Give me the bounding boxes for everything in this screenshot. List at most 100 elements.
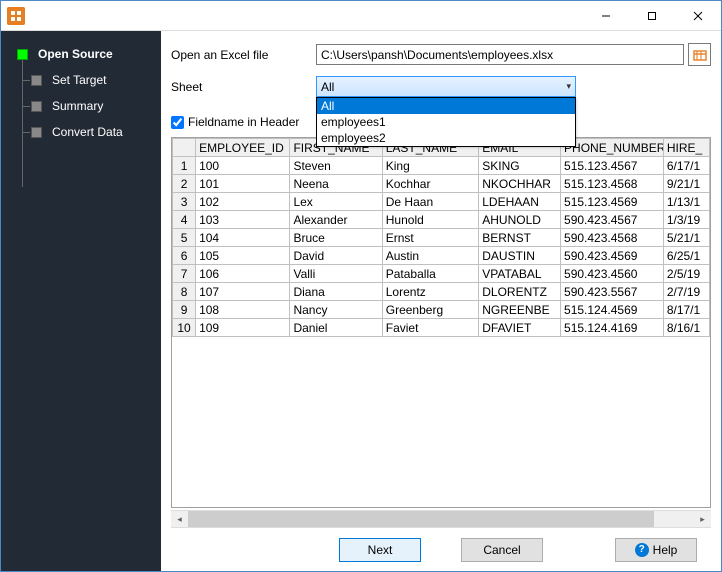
sheet-option-all[interactable]: All xyxy=(317,98,575,114)
cell[interactable]: 1/13/1 xyxy=(663,193,709,211)
cell[interactable]: Steven xyxy=(290,157,382,175)
sidebar-item-set-target[interactable]: Set Target xyxy=(1,67,161,93)
cell[interactable]: 590.423.5567 xyxy=(561,283,664,301)
cell[interactable]: Neena xyxy=(290,175,382,193)
scroll-left-button[interactable]: ◂ xyxy=(171,511,188,528)
cell[interactable]: 104 xyxy=(196,229,290,247)
cell[interactable]: 590.423.4567 xyxy=(561,211,664,229)
cell[interactable]: Valli xyxy=(290,265,382,283)
cell[interactable]: VPATABAL xyxy=(479,265,561,283)
cell[interactable]: 6/17/1 xyxy=(663,157,709,175)
table-row[interactable]: 4103AlexanderHunoldAHUNOLD590.423.45671/… xyxy=(173,211,710,229)
cell[interactable]: 102 xyxy=(196,193,290,211)
cell[interactable]: 109 xyxy=(196,319,290,337)
sheet-select[interactable]: All ▾ xyxy=(316,76,576,97)
cell[interactable]: Greenberg xyxy=(382,301,478,319)
cell[interactable]: 590.423.4569 xyxy=(561,247,664,265)
cell[interactable]: 2/5/19 xyxy=(663,265,709,283)
table-row[interactable]: 6105DavidAustinDAUSTIN590.423.45696/25/1 xyxy=(173,247,710,265)
browse-button[interactable] xyxy=(688,43,711,66)
cell[interactable]: DFAVIET xyxy=(479,319,561,337)
cell[interactable]: 6/25/1 xyxy=(663,247,709,265)
cell[interactable]: 515.123.4568 xyxy=(561,175,664,193)
table-row[interactable]: 9108NancyGreenbergNGREENBE515.124.45698/… xyxy=(173,301,710,319)
cell[interactable]: 590.423.4560 xyxy=(561,265,664,283)
cell[interactable]: LDEHAAN xyxy=(479,193,561,211)
cell[interactable]: 107 xyxy=(196,283,290,301)
cell[interactable]: Hunold xyxy=(382,211,478,229)
sidebar-item-convert-data[interactable]: Convert Data xyxy=(1,119,161,145)
cell[interactable]: 515.123.4567 xyxy=(561,157,664,175)
cell[interactable]: NKOCHHAR xyxy=(479,175,561,193)
cell[interactable]: 101 xyxy=(196,175,290,193)
cell[interactable]: 1/3/19 xyxy=(663,211,709,229)
cell[interactable]: Austin xyxy=(382,247,478,265)
cell[interactable]: 5/21/1 xyxy=(663,229,709,247)
cell[interactable]: BERNST xyxy=(479,229,561,247)
cell[interactable]: Kochhar xyxy=(382,175,478,193)
cell[interactable]: Lorentz xyxy=(382,283,478,301)
cell[interactable]: NGREENBE xyxy=(479,301,561,319)
next-button[interactable]: Next xyxy=(339,538,421,562)
table-row[interactable]: 5104BruceErnstBERNST590.423.45685/21/1 xyxy=(173,229,710,247)
cell[interactable]: 515.124.4569 xyxy=(561,301,664,319)
close-button[interactable] xyxy=(675,1,721,31)
cell[interactable]: Faviet xyxy=(382,319,478,337)
sheet-option-employees2[interactable]: employees2 xyxy=(317,130,575,146)
table-row[interactable]: 8107DianaLorentzDLORENTZ590.423.55672/7/… xyxy=(173,283,710,301)
row-number: 10 xyxy=(173,319,196,337)
cell[interactable]: Alexander xyxy=(290,211,382,229)
table-row[interactable]: 3102LexDe HaanLDEHAAN515.123.45691/13/1 xyxy=(173,193,710,211)
cell[interactable]: DAUSTIN xyxy=(479,247,561,265)
scroll-track[interactable] xyxy=(188,511,694,528)
fieldname-checkbox[interactable] xyxy=(171,116,184,129)
cancel-button[interactable]: Cancel xyxy=(461,538,543,562)
cell[interactable]: 9/21/1 xyxy=(663,175,709,193)
sheet-selected-value: All xyxy=(321,80,334,94)
cell[interactable]: Diana xyxy=(290,283,382,301)
cell[interactable]: AHUNOLD xyxy=(479,211,561,229)
table-row[interactable]: 1100StevenKingSKING515.123.45676/17/1 xyxy=(173,157,710,175)
cell[interactable]: 2/7/19 xyxy=(663,283,709,301)
cell[interactable]: DLORENTZ xyxy=(479,283,561,301)
horizontal-scrollbar[interactable]: ◂ ▸ xyxy=(171,510,711,527)
cell[interactable]: 8/17/1 xyxy=(663,301,709,319)
chevron-down-icon: ▾ xyxy=(566,81,571,92)
cell[interactable]: 8/16/1 xyxy=(663,319,709,337)
scroll-thumb[interactable] xyxy=(188,511,654,528)
table-row[interactable]: 10109DanielFavietDFAVIET515.124.41698/16… xyxy=(173,319,710,337)
col-header[interactable]: HIRE_ xyxy=(663,139,709,157)
fieldname-label: Fieldname in Header xyxy=(188,115,299,129)
cell[interactable]: Daniel xyxy=(290,319,382,337)
cell[interactable]: Pataballa xyxy=(382,265,478,283)
cell[interactable]: Bruce xyxy=(290,229,382,247)
sheet-option-employees1[interactable]: employees1 xyxy=(317,114,575,130)
cell[interactable]: 108 xyxy=(196,301,290,319)
table-row[interactable]: 2101NeenaKochharNKOCHHAR515.123.45689/21… xyxy=(173,175,710,193)
cell[interactable]: 105 xyxy=(196,247,290,265)
cell[interactable]: De Haan xyxy=(382,193,478,211)
minimize-button[interactable] xyxy=(583,1,629,31)
cell[interactable]: 515.124.4169 xyxy=(561,319,664,337)
maximize-button[interactable] xyxy=(629,1,675,31)
cell[interactable]: 103 xyxy=(196,211,290,229)
cell[interactable]: 100 xyxy=(196,157,290,175)
wizard-sidebar: Open Source Set Target Summary Convert D… xyxy=(1,31,161,571)
table-row[interactable]: 7106ValliPataballaVPATABAL590.423.45602/… xyxy=(173,265,710,283)
cell[interactable]: 515.123.4569 xyxy=(561,193,664,211)
cell[interactable]: Lex xyxy=(290,193,382,211)
cell[interactable]: 590.423.4568 xyxy=(561,229,664,247)
row-number: 8 xyxy=(173,283,196,301)
cell[interactable]: King xyxy=(382,157,478,175)
cell[interactable]: Ernst xyxy=(382,229,478,247)
scroll-right-button[interactable]: ▸ xyxy=(694,511,711,528)
cell[interactable]: SKING xyxy=(479,157,561,175)
cell[interactable]: 106 xyxy=(196,265,290,283)
col-header[interactable]: EMPLOYEE_ID xyxy=(196,139,290,157)
file-path-input[interactable] xyxy=(316,44,684,65)
sidebar-item-open-source[interactable]: Open Source xyxy=(1,41,161,67)
cell[interactable]: David xyxy=(290,247,382,265)
help-button[interactable]: ? Help xyxy=(615,538,697,562)
cell[interactable]: Nancy xyxy=(290,301,382,319)
sidebar-item-summary[interactable]: Summary xyxy=(1,93,161,119)
